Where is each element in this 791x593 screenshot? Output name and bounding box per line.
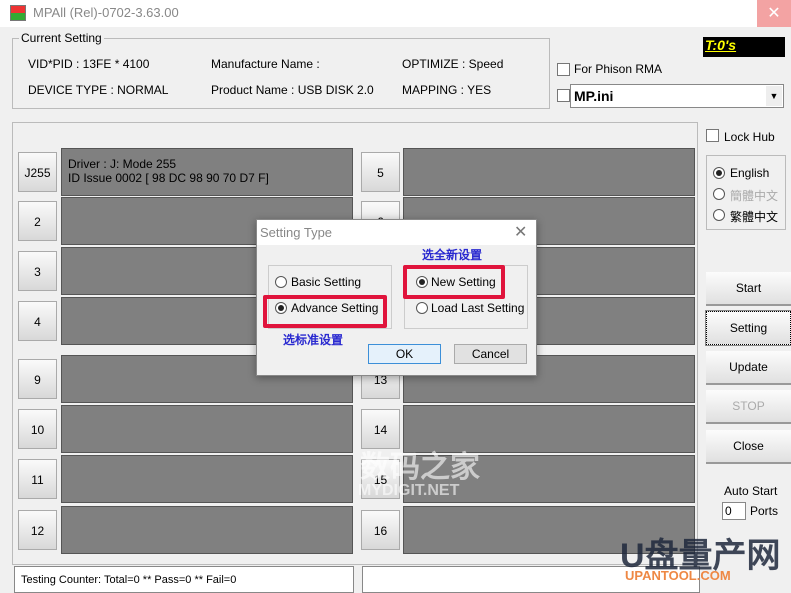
load-last-setting-label: Load Last Setting: [431, 301, 525, 315]
for-phison-rma-checkbox[interactable]: [557, 63, 570, 76]
dialog-title-bar: Setting Type ✕: [257, 220, 536, 245]
device-type: DEVICE TYPE : NORMAL: [28, 83, 169, 97]
port-button[interactable]: 4: [18, 301, 57, 341]
dialog-title: Setting Type: [260, 225, 333, 240]
basic-setting-radio[interactable]: [275, 276, 287, 288]
port-button[interactable]: 12: [18, 510, 57, 550]
optimize: OPTIMIZE : Speed: [402, 57, 504, 71]
ini-checkbox[interactable]: [557, 89, 570, 102]
port-status-panel: [61, 506, 353, 554]
current-setting-legend: Current Setting: [21, 31, 102, 45]
port-status-panel: [61, 455, 353, 503]
port-status-panel: Driver : J: Mode 255 ID Issue 0002 [ 98 D…: [61, 148, 353, 196]
advance-setting-radio[interactable]: [275, 302, 287, 314]
port-button[interactable]: 2: [18, 201, 57, 241]
window-title: MPAll (Rel)-0702-3.63.00: [33, 5, 179, 20]
language-label: 繁體中文: [730, 210, 779, 224]
watermark-mydigit: MYDIGIT.NET: [358, 482, 460, 499]
language-label: 簡體中文: [730, 189, 779, 203]
manufacture-name: Manufacture Name :: [211, 57, 320, 71]
new-setting-label: New Setting: [431, 275, 496, 289]
for-phison-rma-label: For Phison RMA: [574, 62, 663, 76]
port-status-panel: [403, 148, 695, 196]
note-standard-setting: 选标准设置: [283, 333, 344, 347]
language-radio[interactable]: [713, 167, 725, 179]
port-driver-text: Driver : J: Mode 255: [68, 157, 177, 171]
advance-setting-label: Advance Setting: [291, 301, 379, 315]
ports-unit-label: Ports: [750, 504, 779, 518]
new-setting-radio[interactable]: [416, 276, 428, 288]
dialog-close-icon[interactable]: ✕: [514, 222, 527, 242]
basic-setting-label: Basic Setting: [291, 275, 362, 289]
port-button[interactable]: 9: [18, 359, 57, 399]
update-button[interactable]: Update: [706, 351, 791, 385]
watermark-mydigit-cn: 数码之家: [360, 451, 480, 484]
ini-file-select[interactable]: MP.ini ▼: [570, 84, 784, 108]
port-button[interactable]: J255: [18, 152, 57, 192]
port-button[interactable]: 10: [18, 409, 57, 449]
note-new-setting: 选全新设置: [422, 248, 483, 262]
title-bar: MPAll (Rel)-0702-3.63.00 ✕: [0, 0, 791, 27]
stop-button[interactable]: STOP: [706, 390, 791, 424]
port-button[interactable]: 5: [361, 152, 400, 192]
mapping: MAPPING : YES: [402, 83, 492, 97]
app-icon: [10, 5, 26, 21]
chevron-down-icon[interactable]: ▼: [766, 86, 782, 106]
load-last-setting-radio[interactable]: [416, 302, 428, 314]
setting-type-dialog: Setting Type ✕ 选全新设置 Basic Setting Advan…: [256, 219, 537, 376]
lock-hub-checkbox[interactable]: [706, 129, 719, 142]
port-button[interactable]: 11: [18, 459, 57, 499]
language-label: English: [730, 166, 770, 180]
cancel-button[interactable]: Cancel: [454, 344, 527, 364]
testing-counter: Testing Counter: Total=0 ** Pass=0 ** Fa…: [14, 566, 354, 593]
window-close-button[interactable]: ✕: [757, 0, 791, 27]
port-status-panel: [61, 405, 353, 453]
setting-button[interactable]: Setting: [705, 310, 791, 346]
language-radio[interactable]: [713, 209, 725, 221]
ok-button[interactable]: OK: [368, 344, 441, 364]
vid-pid: VID*PID : 13FE * 4100: [28, 57, 150, 71]
close-button[interactable]: Close: [706, 430, 791, 464]
ini-file-value: MP.ini: [574, 88, 614, 104]
port-button[interactable]: 16: [361, 510, 400, 550]
language-radio[interactable]: [713, 188, 725, 200]
auto-start-label: Auto Start: [724, 484, 778, 498]
port-button[interactable]: 3: [18, 251, 57, 291]
auto-start-ports-input[interactable]: 0: [722, 502, 746, 520]
timer-display: T:0's: [703, 37, 785, 57]
port-id-text: ID Issue 0002 [ 98 DC 98 90 70 D7 F]: [68, 171, 269, 185]
watermark-upantool: UPANTOOL.COM: [625, 568, 731, 583]
start-button[interactable]: Start: [706, 272, 791, 306]
lock-hub-label: Lock Hub: [724, 130, 775, 144]
product-name: Product Name : USB DISK 2.0: [211, 83, 374, 97]
